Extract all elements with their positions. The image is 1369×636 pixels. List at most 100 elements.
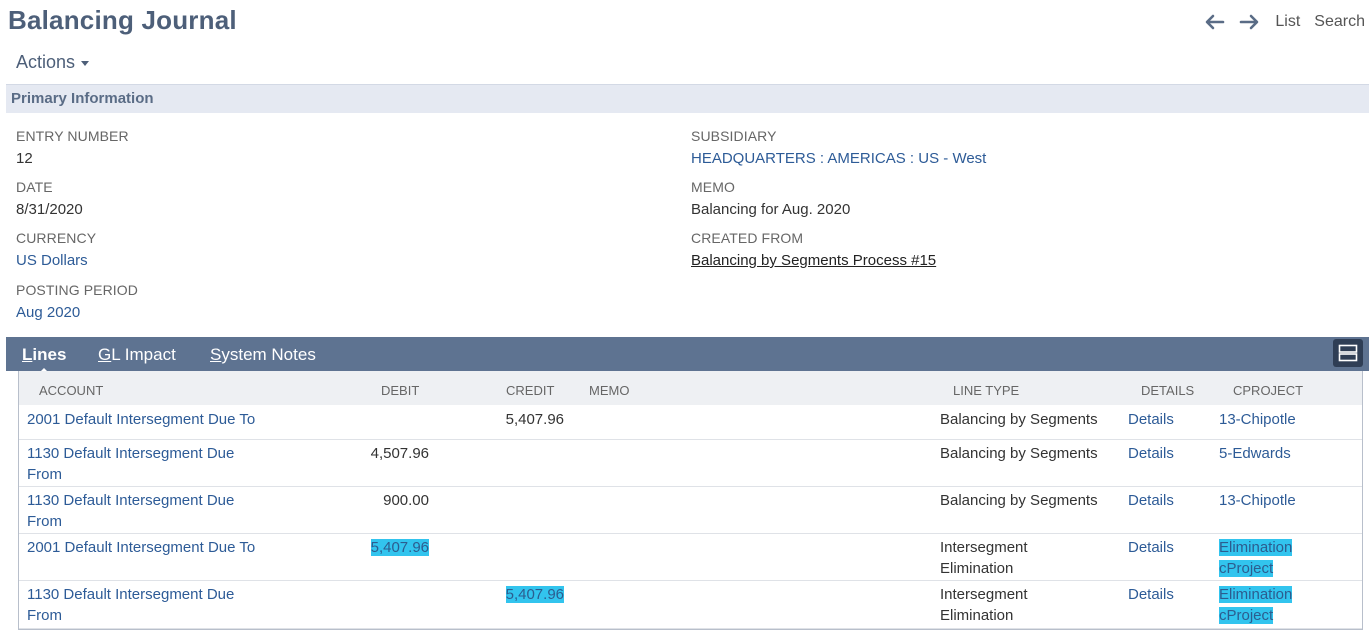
debit-value: 4,507.96 (370, 445, 429, 462)
debit-cell: 900.00 (339, 490, 429, 511)
list-link[interactable]: List (1275, 13, 1300, 31)
arrow-right-icon[interactable] (1239, 12, 1261, 32)
table-row[interactable]: 2001 Default Intersegment Due To 5,407.96… (19, 405, 1362, 440)
page-title: Balancing Journal (8, 5, 237, 35)
subsidiary-label: SUBSIDIARY (691, 128, 777, 144)
created-from-link[interactable]: Balancing by Segments Process #15 (691, 252, 936, 269)
subsidiary-field: SUBSIDIARY HEADQUARTERS : AMERICAS : US … (691, 128, 986, 167)
account-link[interactable]: 1130 Default Intersegment Due From (27, 443, 327, 485)
debit-value: 5,407.96 (370, 539, 429, 556)
cell-line: 13-Chipotle (1219, 492, 1296, 509)
cell-line: 1130 Default Intersegment Due (27, 492, 235, 509)
table-row[interactable]: 1130 Default Intersegment Due From 5,407.9… (19, 580, 1362, 629)
column-header-account[interactable]: ACCOUNT (39, 383, 103, 398)
cell-line: 5-Edwards (1219, 445, 1291, 462)
layout-toggle-button[interactable] (1333, 339, 1363, 367)
account-link[interactable]: 2001 Default Intersegment Due To (27, 537, 327, 558)
cell-line: 13-Chipotle (1219, 411, 1296, 428)
actions-menu[interactable]: Actions (16, 52, 90, 73)
subsidiary-link[interactable]: HEADQUARTERS : AMERICAS : US - West (691, 150, 986, 167)
account-link[interactable]: 2001 Default Intersegment Due To (27, 409, 327, 430)
cell-line: cProject (1219, 607, 1274, 624)
subtab-bar: Lines GL Impact System Notes (6, 337, 1369, 374)
details-link[interactable]: Details (1128, 537, 1198, 558)
posting-period-label: POSTING PERIOD (16, 282, 138, 298)
credit-cell: 5,407.96 (474, 584, 564, 605)
line-type-cell: Intersegment Elimination (940, 584, 1130, 626)
tab-lines-label: ines (32, 345, 67, 364)
line-type-cell: Balancing by Segments (940, 409, 1130, 430)
entry-number-value: 12 (16, 150, 33, 167)
column-header-details[interactable]: DETAILS (1141, 383, 1194, 398)
stacked-layout-icon (1338, 344, 1358, 362)
credit-value: 5,407.96 (505, 411, 564, 428)
caret-down-icon (81, 61, 90, 66)
account-link[interactable]: 1130 Default Intersegment Due From (27, 584, 327, 626)
debit-cell: 4,507.96 (339, 443, 429, 464)
column-header-cproject[interactable]: CPROJECT (1233, 383, 1303, 398)
cell-line: 2001 Default Intersegment Due To (27, 539, 256, 556)
column-header-memo[interactable]: MEMO (589, 383, 629, 398)
date-label: DATE (16, 179, 53, 195)
cproject-link[interactable]: 13-Chipotle (1219, 490, 1349, 511)
table-header: ACCOUNT DEBIT CREDIT MEMO LINE TYPE DETA… (19, 371, 1362, 405)
record-navigation: List Search (1203, 12, 1365, 32)
tab-lines[interactable]: Lines (22, 345, 67, 374)
cell-line: Elimination (1219, 586, 1293, 603)
column-header-debit[interactable]: DEBIT (381, 383, 419, 398)
posting-period-link[interactable]: Aug 2020 (16, 304, 138, 321)
cproject-link[interactable]: 5-Edwards (1219, 443, 1349, 464)
cproject-link[interactable]: Elimination cProject (1219, 584, 1349, 626)
search-link[interactable]: Search (1314, 13, 1365, 31)
cell-line: Balancing by Segments (940, 411, 1098, 428)
actions-label: Actions (16, 52, 76, 72)
cell-line: Intersegment (940, 586, 1028, 603)
section-title: Primary Information (11, 90, 154, 107)
account-link[interactable]: 1130 Default Intersegment Due From (27, 490, 327, 532)
tab-gl-impact-hotkey: G (98, 345, 112, 364)
entry-number-field: ENTRY NUMBER 12 (16, 128, 129, 167)
memo-label: MEMO (691, 179, 735, 195)
cproject-link[interactable]: Elimination cProject (1219, 537, 1349, 579)
cell-line: Intersegment (940, 539, 1028, 556)
column-header-credit[interactable]: CREDIT (506, 383, 554, 398)
details-link[interactable]: Details (1128, 584, 1198, 605)
primary-information-header[interactable]: Primary Information (6, 84, 1369, 113)
created-from-label: CREATED FROM (691, 230, 804, 246)
table-row[interactable]: 1130 Default Intersegment Due From 4,507.9… (19, 439, 1362, 487)
credit-cell: 5,407.96 (474, 409, 564, 430)
debit-cell: 5,407.96 (339, 537, 429, 558)
details-link[interactable]: Details (1128, 490, 1198, 511)
cell-line: cProject (1219, 560, 1274, 577)
cell-line: From (27, 607, 62, 624)
line-type-cell: Balancing by Segments (940, 443, 1130, 464)
credit-value: 5,407.96 (505, 586, 564, 603)
cell-line: From (27, 513, 62, 530)
details-link[interactable]: Details (1128, 443, 1198, 464)
currency-label: CURRENCY (16, 230, 97, 246)
created-from-field: CREATED FROM Balancing by Segments Proce… (691, 230, 936, 269)
lines-table: ACCOUNT DEBIT CREDIT MEMO LINE TYPE DETA… (18, 371, 1363, 630)
memo-value: Balancing for Aug. 2020 (691, 201, 851, 218)
cell-line: Elimination (1219, 539, 1293, 556)
tab-gl-impact[interactable]: GL Impact (98, 345, 176, 365)
table-row[interactable]: 2001 Default Intersegment Due To 5,407.96… (19, 533, 1362, 581)
date-value: 8/31/2020 (16, 201, 83, 218)
details-link[interactable]: Details (1128, 409, 1198, 430)
tab-lines-hotkey: L (22, 345, 33, 364)
entry-number-label: ENTRY NUMBER (16, 128, 129, 144)
date-field: DATE 8/31/2020 (16, 179, 83, 218)
arrow-left-icon[interactable] (1203, 12, 1225, 32)
currency-link[interactable]: US Dollars (16, 252, 96, 269)
table-row[interactable]: 1130 Default Intersegment Due From 900.00 B… (19, 486, 1362, 534)
cell-line: Elimination (940, 560, 1014, 577)
column-header-line-type[interactable]: LINE TYPE (953, 383, 1019, 398)
line-type-cell: Balancing by Segments (940, 490, 1130, 511)
currency-field: CURRENCY US Dollars (16, 230, 96, 269)
tab-system-notes-label: ystem Notes (221, 345, 316, 364)
posting-period-field: POSTING PERIOD Aug 2020 (16, 282, 138, 321)
line-type-cell: Intersegment Elimination (940, 537, 1130, 579)
tab-system-notes[interactable]: System Notes (210, 345, 316, 365)
cproject-link[interactable]: 13-Chipotle (1219, 409, 1349, 430)
cell-line: Balancing by Segments (940, 445, 1098, 462)
